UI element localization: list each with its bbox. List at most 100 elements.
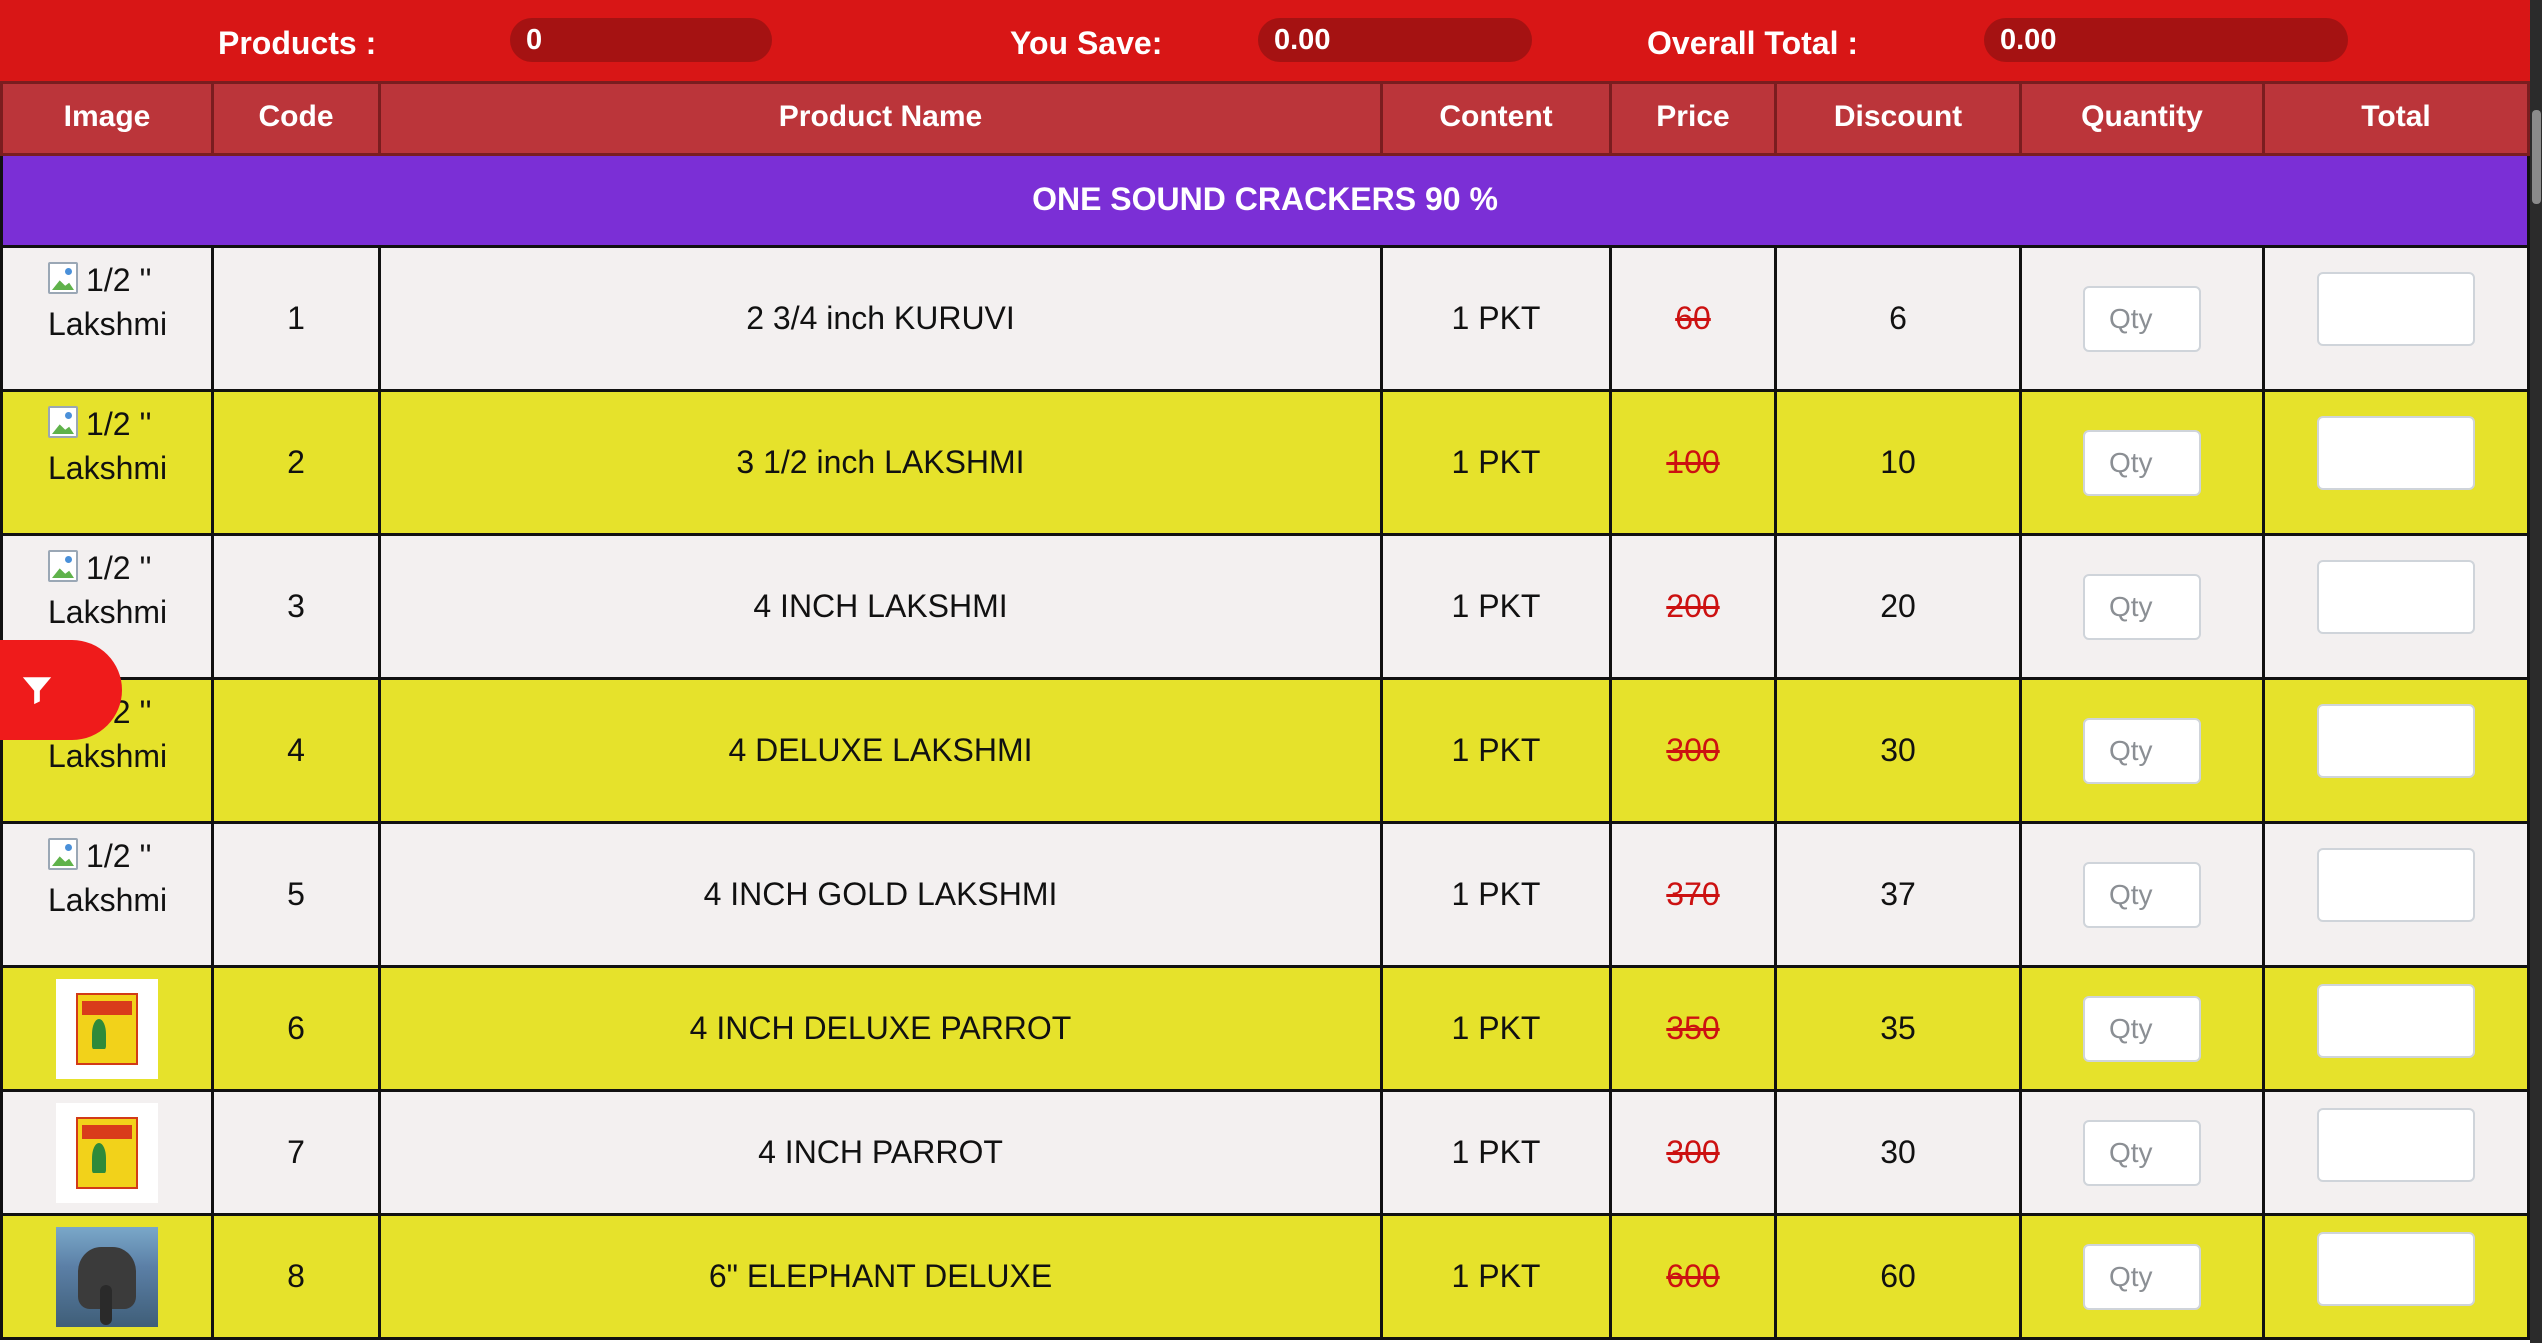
parrot-box-image: [76, 992, 138, 1065]
filter-button[interactable]: [0, 640, 122, 740]
content-cell: 1 PKT: [1380, 1216, 1609, 1340]
total-cell: [2262, 1092, 2530, 1216]
broken-image-icon: [48, 406, 78, 438]
discounted-price: 60: [1880, 1258, 1916, 1294]
quantity-input[interactable]: [2083, 1243, 2201, 1310]
product-name: 4 INCH DELUXE PARROT: [689, 1010, 1072, 1046]
product-image: [56, 1102, 158, 1203]
quantity-input[interactable]: [2083, 285, 2201, 352]
product-content: 1 PKT: [1451, 300, 1541, 336]
image-cell: 3 1/2 '' Lakshmi: [0, 248, 211, 392]
code-cell: 1: [211, 248, 378, 392]
column-header-product-name: Product Name: [378, 81, 1380, 156]
product-code: 1: [287, 300, 305, 336]
discounted-price: 30: [1880, 1134, 1916, 1170]
quantity-input[interactable]: [2083, 1119, 2201, 1186]
code-cell: 2: [211, 392, 378, 536]
original-price: 600: [1666, 1258, 1720, 1294]
product-content: 1 PKT: [1451, 732, 1541, 768]
row-total-field[interactable]: [2317, 560, 2475, 634]
product-image: [56, 1226, 158, 1327]
discounted-price: 30: [1880, 732, 1916, 768]
column-header-image: Image: [0, 81, 211, 156]
table-row: 3 1/2 '' Lakshmi 5 4 INCH GOLD LAKSHMI 1 PK…: [0, 824, 2530, 968]
table-row: 8 6" ELEPHANT DELUXE 1 PKT 600 60: [0, 1216, 2530, 1340]
products-count-label: Products :: [218, 25, 377, 61]
you-save-label: You Save:: [1010, 25, 1163, 61]
row-total-field[interactable]: [2317, 1108, 2475, 1182]
quantity-input[interactable]: [2083, 861, 2201, 928]
original-price: 300: [1666, 1134, 1720, 1170]
code-cell: 5: [211, 824, 378, 968]
quantity-input[interactable]: [2083, 429, 2201, 496]
content-cell: 1 PKT: [1380, 536, 1609, 680]
page-scrollbar[interactable]: [2530, 0, 2542, 1343]
total-cell: [2262, 536, 2530, 680]
content-cell: 1 PKT: [1380, 392, 1609, 536]
product-image: [56, 978, 158, 1079]
quantity-cell: [2019, 536, 2262, 680]
column-header-discount: Discount: [1774, 81, 2019, 156]
product-name-cell: 4 DELUXE LAKSHMI: [378, 680, 1380, 824]
column-header-content: Content: [1380, 81, 1609, 156]
product-name: 4 INCH GOLD LAKSHMI: [703, 876, 1058, 912]
product-name: 4 DELUXE LAKSHMI: [728, 732, 1033, 768]
product-name-cell: 4 INCH PARROT: [378, 1092, 1380, 1216]
table-row: 7 4 INCH PARROT 1 PKT 300 30: [0, 1092, 2530, 1216]
row-total-field[interactable]: [2317, 416, 2475, 490]
image-cell: [0, 968, 211, 1092]
product-name-cell: 3 1/2 inch LAKSHMI: [378, 392, 1380, 536]
parrot-box-image: [76, 1116, 138, 1189]
row-total-field[interactable]: [2317, 1232, 2475, 1306]
image-cell: 3 1/2 '' Lakshmi: [0, 824, 211, 968]
discounted-price: 37: [1880, 876, 1916, 912]
product-content: 1 PKT: [1451, 876, 1541, 912]
product-name-cell: 4 INCH LAKSHMI: [378, 536, 1380, 680]
quantity-cell: [2019, 680, 2262, 824]
quantity-cell: [2019, 824, 2262, 968]
quantity-cell: [2019, 1092, 2262, 1216]
table-row: 6 4 INCH DELUXE PARROT 1 PKT 350 35: [0, 968, 2530, 1092]
you-save-value: 0.00: [1258, 18, 1532, 62]
broken-image-icon: [48, 838, 78, 870]
product-name: 4 INCH PARROT: [758, 1134, 1003, 1170]
row-total-field[interactable]: [2317, 704, 2475, 778]
product-name-cell: 4 INCH GOLD LAKSHMI: [378, 824, 1380, 968]
content-cell: 1 PKT: [1380, 680, 1609, 824]
total-cell: [2262, 680, 2530, 824]
image-cell: [0, 1216, 211, 1340]
product-name-cell: 6" ELEPHANT DELUXE: [378, 1216, 1380, 1340]
quantity-input[interactable]: [2083, 995, 2201, 1062]
discount-cell: 60: [1774, 1216, 2019, 1340]
total-cell: [2262, 1216, 2530, 1340]
product-content: 1 PKT: [1451, 1258, 1541, 1294]
content-cell: 1 PKT: [1380, 824, 1609, 968]
discount-cell: 30: [1774, 1092, 2019, 1216]
broken-image-icon: [48, 550, 78, 582]
product-name-cell: 4 INCH DELUXE PARROT: [378, 968, 1380, 1092]
quantity-input[interactable]: [2083, 717, 2201, 784]
discount-cell: 10: [1774, 392, 2019, 536]
category-heading: ONE SOUND CRACKERS 90 %: [0, 156, 2530, 248]
quantity-input[interactable]: [2083, 573, 2201, 640]
row-total-field[interactable]: [2317, 984, 2475, 1058]
product-name-cell: 2 3/4 inch KURUVI: [378, 248, 1380, 392]
product-name: 3 1/2 inch LAKSHMI: [736, 444, 1025, 480]
image-cell: [0, 1092, 211, 1216]
quantity-cell: [2019, 392, 2262, 536]
product-code: 8: [287, 1258, 305, 1294]
price-cell: 60: [1609, 248, 1774, 392]
price-cell: 370: [1609, 824, 1774, 968]
discount-cell: 6: [1774, 248, 2019, 392]
product-code: 6: [287, 1010, 305, 1046]
original-price: 350: [1666, 1010, 1720, 1046]
content-cell: 1 PKT: [1380, 1092, 1609, 1216]
product-name: 4 INCH LAKSHMI: [753, 588, 1008, 624]
scrollbar-thumb[interactable]: [2532, 110, 2541, 204]
summary-bar: Products : 0 You Save: 0.00 Overall Tota…: [0, 0, 2530, 81]
discounted-price: 35: [1880, 1010, 1916, 1046]
row-total-field[interactable]: [2317, 272, 2475, 346]
table-row: 3 1/2 '' Lakshmi 3 4 INCH LAKSHMI 1 PKT 200 2…: [0, 536, 2530, 680]
row-total-field[interactable]: [2317, 848, 2475, 922]
code-cell: 3: [211, 536, 378, 680]
